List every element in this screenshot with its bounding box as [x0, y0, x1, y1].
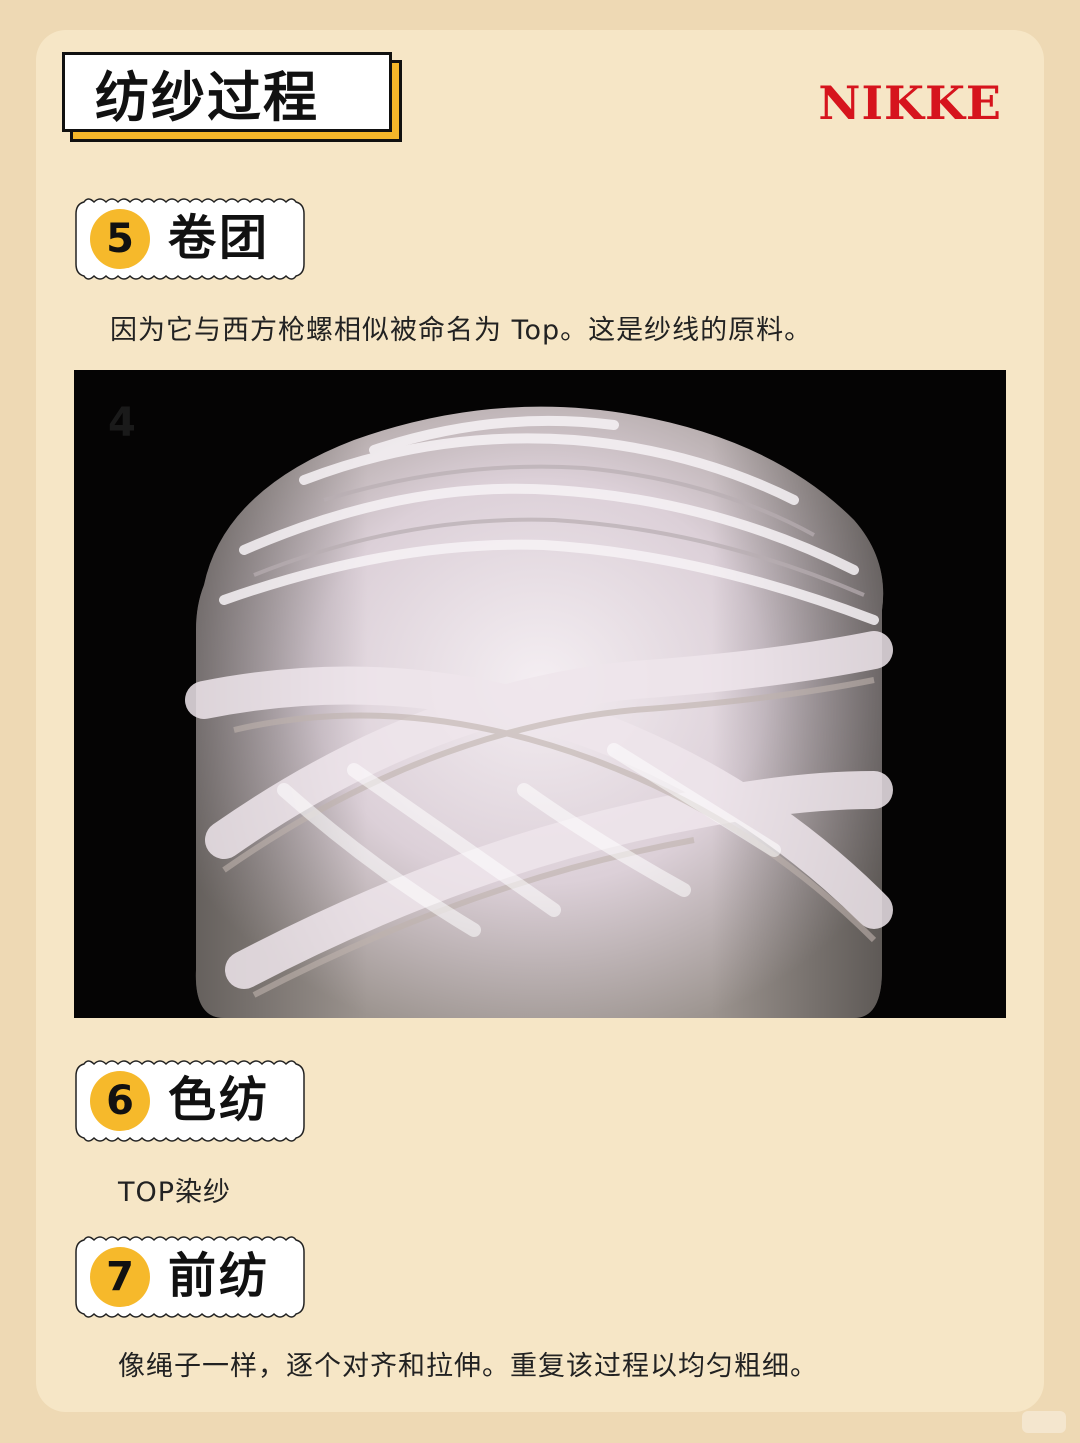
step-label: 卷团 — [168, 210, 271, 266]
page-title: 纺纱过程 — [95, 65, 319, 129]
yarn-top-photo: 4 — [74, 370, 1006, 1018]
photo-overlay-digit: 4 — [108, 400, 136, 446]
step-badge-5: 5 卷团 — [74, 196, 306, 282]
yarn-ball-image — [74, 370, 1006, 1018]
step-label: 前纺 — [168, 1248, 271, 1304]
step-badge-7: 7 前纺 — [74, 1234, 306, 1320]
watermark-badge — [1022, 1411, 1066, 1433]
step-badge-6: 6 色纺 — [74, 1058, 306, 1144]
step-number: 6 — [90, 1071, 150, 1131]
step-label: 色纺 — [168, 1072, 271, 1128]
brand-logo: NIKKE — [818, 76, 1002, 130]
page-title-box: 纺纱过程 — [62, 52, 404, 144]
step-description: TOP染纱 — [118, 1177, 232, 1208]
step-number: 5 — [90, 209, 150, 269]
step-description: 像绳子一样，逐个对齐和拉伸。重复该过程以均匀粗细。 — [118, 1351, 818, 1382]
title-box: 纺纱过程 — [62, 52, 392, 132]
step-description: 因为它与西方枪螺相似被命名为 Top。这是纱线的原料。 — [110, 315, 813, 346]
step-number: 7 — [90, 1247, 150, 1307]
